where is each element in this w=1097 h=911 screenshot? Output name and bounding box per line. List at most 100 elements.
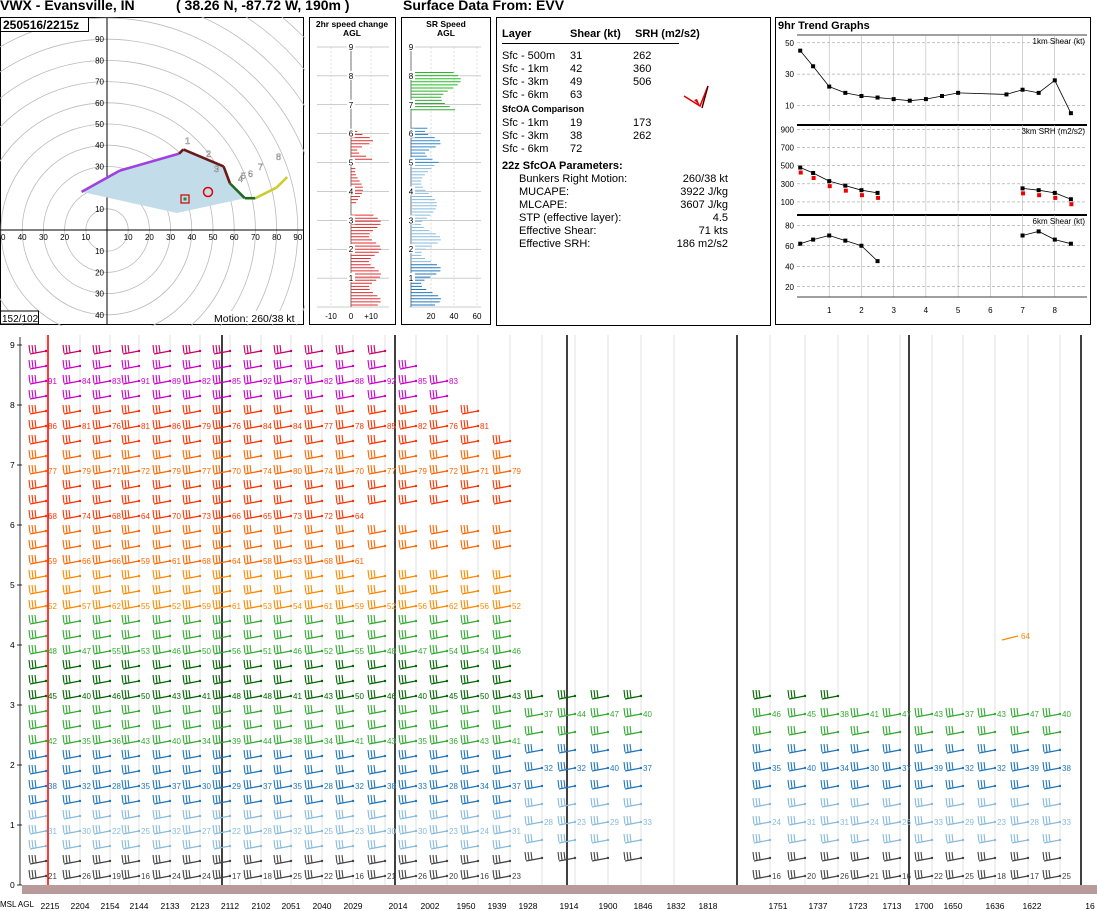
wind-barb: [367, 584, 387, 595]
wind-barb: [92, 344, 112, 355]
wind-barb: [460, 614, 480, 625]
wind-barb: [182, 809, 202, 820]
wind-barb: [273, 854, 293, 865]
wind-speed-label: 66: [112, 557, 121, 566]
trend-y-tick: 60: [785, 242, 794, 251]
wind-speed-label: 66: [232, 512, 241, 521]
wind-speed-label: 25: [1062, 872, 1071, 881]
wind-barb: [820, 779, 840, 790]
wind-speed-label: 35: [82, 737, 91, 746]
wind-barb: [304, 764, 324, 775]
wind-speed-label: 81: [480, 422, 489, 431]
wind-speed-label: 65: [263, 512, 272, 521]
trend-y-tick: 30: [785, 70, 794, 79]
wind-speed-label: 88: [355, 377, 364, 386]
wind-barb: 52: [367, 599, 396, 611]
wind-barb: [152, 569, 172, 580]
wind-speed-label: 64: [232, 557, 241, 566]
wind-barb: [28, 524, 48, 535]
wind-barb: [367, 659, 387, 670]
vwp-time-label: 2204: [71, 901, 90, 911]
wind-barb: [182, 584, 202, 595]
wind-speed-label: 46: [172, 647, 181, 656]
hodo-x-tick: 60: [230, 233, 239, 242]
wind-barb: 43: [121, 734, 150, 746]
wind-barb: [945, 779, 965, 790]
wind-barb: 28: [92, 779, 121, 791]
wind-barb: [243, 389, 263, 400]
wind-speed-label: 46: [112, 692, 121, 701]
hodo-y-tick: 60: [95, 99, 104, 108]
hodograph-bottom-label: 152/102: [2, 314, 39, 325]
wind-barb: [945, 833, 965, 844]
wind-barb: 42: [28, 734, 57, 746]
profile-x-tick: 40: [450, 312, 459, 321]
wind-barb: [304, 629, 324, 640]
profile-height-label: 2: [349, 245, 354, 254]
wind-speed-label: 92: [387, 377, 396, 386]
wind-barb: [914, 833, 934, 844]
wind-speed-label: 86: [48, 422, 57, 431]
wind-barb: [398, 614, 418, 625]
wind-barb: [429, 404, 449, 415]
wind-barb: [273, 659, 293, 670]
wind-barb: 77: [182, 464, 211, 476]
wind-barb: 68: [92, 509, 121, 521]
vwp-time-height: 2131384245485259687786912630323540475766…: [0, 335, 1097, 911]
wind-speed-label: 83: [112, 377, 121, 386]
wind-barb: [273, 764, 293, 775]
profile-height-label: 5: [349, 159, 354, 168]
wind-barb: [243, 584, 263, 595]
wind-barb: [335, 719, 355, 730]
wind-speed-label: 16: [480, 872, 489, 881]
wind-speed-label: 48: [387, 647, 396, 656]
wind-speed-label: 38: [387, 782, 396, 791]
wind-barb: 72: [304, 509, 333, 521]
hodo-x-tick: 20: [145, 233, 154, 242]
wind-barb: [492, 794, 512, 805]
wind-barb: 23: [557, 815, 586, 827]
vwp-y-tick: 5: [10, 580, 15, 590]
wind-barb: 40: [152, 734, 181, 746]
wind-barb: [820, 833, 840, 844]
wind-speed-label: 30: [202, 782, 211, 791]
wind-barb: [152, 539, 172, 550]
wind-barb: 28: [1010, 815, 1039, 827]
wind-barb: [92, 539, 112, 550]
profile-x-tick: 60: [473, 312, 482, 321]
wind-barb: 85: [398, 374, 427, 386]
wind-barb: [273, 839, 293, 850]
wind-speed-label: 28: [449, 782, 458, 791]
wind-barb: 46: [752, 707, 781, 719]
wind-speed-label: 26: [902, 818, 911, 827]
wind-speed-label: 23: [512, 872, 521, 881]
vwp-time-label: 16: [1085, 901, 1095, 911]
wind-barb: [335, 794, 355, 805]
hodo-y-tick: 10: [95, 205, 104, 214]
wind-barb: 73: [182, 509, 211, 521]
wind-barb: 16: [460, 869, 489, 881]
vwp-time-label: 2014: [389, 901, 408, 911]
wind-barb: [787, 689, 807, 700]
wind-barb: [92, 794, 112, 805]
wind-barb: [121, 539, 141, 550]
wind-barb: 89: [152, 374, 181, 386]
wind-barb: 79: [398, 464, 427, 476]
wind-barb: [121, 839, 141, 850]
wind-barb: [121, 704, 141, 715]
wind-barb: [304, 704, 324, 715]
wind-barb: [398, 719, 418, 730]
wind-barb: [850, 725, 870, 736]
hodo-y-tick: 50: [95, 120, 104, 129]
wind-barb: [243, 794, 263, 805]
comparison-title: SfcOA Comparison: [502, 104, 585, 114]
wind-speed-label: 50: [141, 692, 150, 701]
wind-barb: [460, 764, 480, 775]
wind-speed-label: 22: [324, 872, 333, 881]
wind-barb: [62, 764, 82, 775]
wind-barb: [304, 494, 324, 505]
wind-barb: 26: [820, 869, 849, 881]
wind-barb: 61: [335, 554, 364, 566]
vwp-time-label: 1928: [519, 901, 538, 911]
wind-speed-label: 92: [263, 377, 272, 386]
